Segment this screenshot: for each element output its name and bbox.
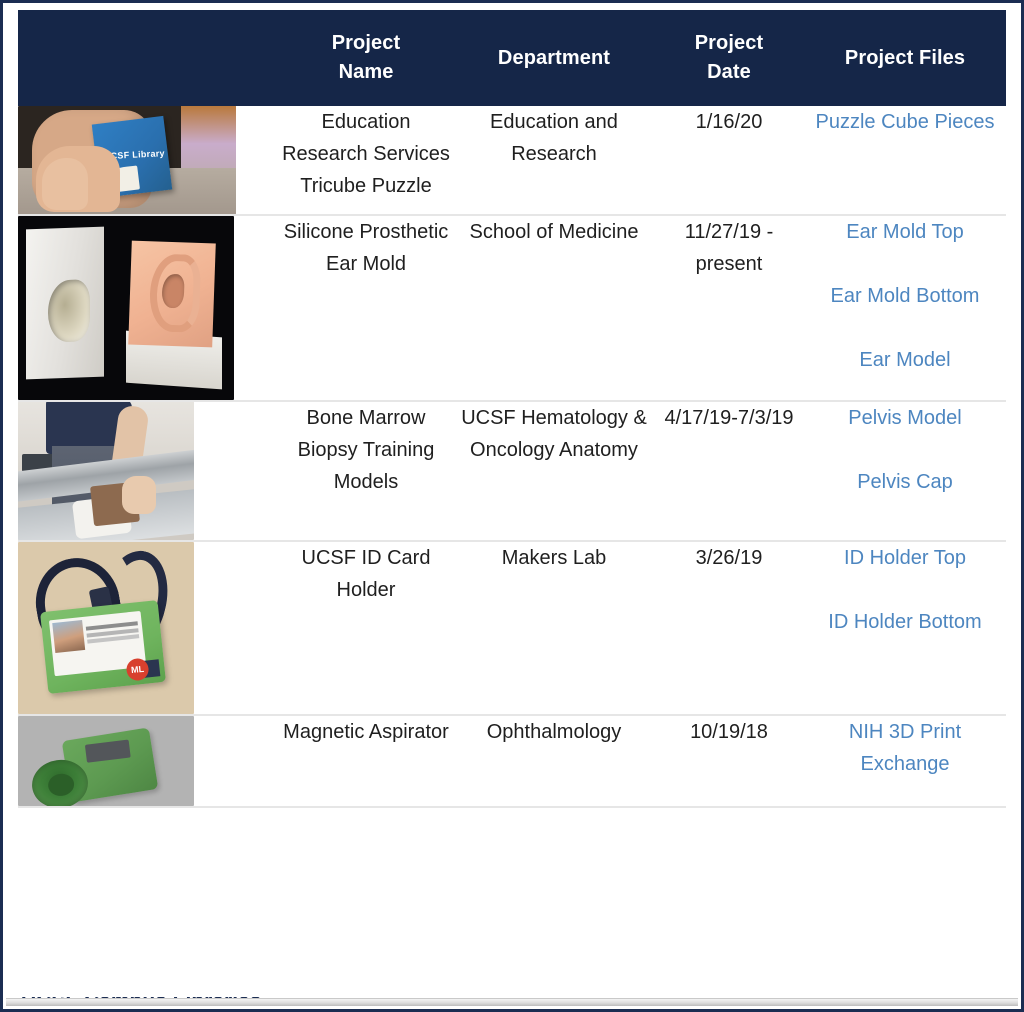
project-thumbnail-image bbox=[18, 402, 194, 540]
photo-mold-cavity bbox=[48, 279, 90, 343]
project-thumbnail-image bbox=[18, 716, 194, 806]
cell-project-name: Education Research Services Tricube Puzz… bbox=[282, 111, 450, 197]
project-file-link[interactable]: Ear Mold Top bbox=[804, 216, 1006, 248]
table-header-row: Project Name Department Project Date Pro… bbox=[18, 10, 1006, 106]
department-primary: Ophthalmology bbox=[486, 721, 622, 743]
cell-project-files: Ear Mold Top Ear Mold Bottom Ear Model bbox=[804, 215, 1006, 401]
project-file-link[interactable]: Puzzle Cube Pieces bbox=[804, 106, 1006, 138]
table-row: Magnetic Aspirator Ophthalmology 10/19/1… bbox=[18, 715, 1006, 807]
table-row: UCSF Library Education Research Services… bbox=[18, 106, 1006, 215]
cell-project-name: Magnetic Aspirator bbox=[283, 721, 449, 743]
project-thumbnail-image bbox=[18, 216, 234, 400]
project-file-link[interactable]: Pelvis Model bbox=[804, 402, 1006, 434]
project-file-link[interactable]: Ear Model bbox=[804, 344, 1006, 376]
cell-project-date: 4/17/19-7/3/19 bbox=[664, 407, 794, 429]
photo-silicone-ear bbox=[128, 240, 216, 348]
photo-person-hand bbox=[122, 476, 156, 514]
cell-department: Education and Research bbox=[454, 106, 654, 215]
project-thumbnail-image: UCSF Library bbox=[18, 106, 236, 214]
photo-green-card-holder: ML bbox=[40, 600, 166, 694]
column-header-project-files: Project Files bbox=[844, 46, 966, 69]
page-canvas: Project Name Department Project Date Pro… bbox=[3, 3, 1021, 1009]
photo-id-text-lines bbox=[85, 621, 138, 631]
project-file-link[interactable]: Ear Mold Bottom bbox=[804, 280, 1006, 312]
column-header-project-name-line1: Project bbox=[331, 32, 401, 54]
cell-project-name: UCSF ID Card Holder bbox=[301, 547, 431, 601]
cell-thumbnail: UCSF Library bbox=[18, 106, 278, 215]
column-header-project-date-line1: Project bbox=[694, 32, 764, 54]
cell-project-date: 10/19/18 bbox=[690, 721, 768, 743]
cell-thumbnail: ML bbox=[18, 541, 278, 715]
cell-department: Makers Lab bbox=[454, 541, 654, 715]
cell-thumbnail bbox=[18, 215, 278, 401]
department-primary: Makers Lab bbox=[501, 547, 607, 569]
photo-nozzle-opening bbox=[46, 772, 76, 798]
photo-thumb-finger bbox=[42, 158, 88, 210]
photo-magnet-slot bbox=[84, 739, 131, 763]
project-file-link[interactable]: Pelvis Cap bbox=[804, 466, 1006, 498]
project-file-link[interactable]: ID Holder Top bbox=[804, 542, 1006, 574]
cell-project-date: 11/27/19 - present bbox=[684, 221, 774, 275]
bottom-scrollbar[interactable] bbox=[6, 998, 1018, 1006]
cell-thumbnail bbox=[18, 715, 278, 807]
cell-project-name: Silicone Prosthetic Ear Mold bbox=[283, 221, 449, 275]
project-file-link[interactable]: NIH 3D Print Exchange bbox=[804, 716, 1006, 780]
photo-printed-mold bbox=[26, 226, 104, 380]
column-header-department: Department bbox=[497, 46, 611, 69]
cell-project-date: 3/26/19 bbox=[695, 547, 763, 569]
column-header-project-name-line2: Name bbox=[338, 61, 394, 83]
table-row: Silicone Prosthetic Ear Mold School of M… bbox=[18, 215, 1006, 401]
project-file-link[interactable]: ID Holder Bottom bbox=[804, 606, 1006, 638]
cell-project-date: 1/16/20 bbox=[695, 111, 763, 133]
column-header-project-date: Project Date bbox=[654, 10, 804, 106]
cell-thumbnail bbox=[18, 401, 278, 541]
department-primary: Education and Research bbox=[490, 111, 618, 165]
column-header-project-name: Project Name bbox=[278, 10, 454, 106]
photo-id-portrait bbox=[52, 620, 86, 654]
cell-project-files: NIH 3D Print Exchange bbox=[804, 715, 1006, 807]
cell-department: Ophthalmology bbox=[454, 715, 654, 807]
table-header: Project Name Department Project Date Pro… bbox=[18, 10, 1006, 106]
department-secondary: Anatomy bbox=[559, 439, 638, 461]
table-row: ML UCSF ID Card Holder Makers Lab 3/26/1… bbox=[18, 541, 1006, 715]
page-frame: Project Name Department Project Date Pro… bbox=[0, 0, 1024, 1012]
table-body: UCSF Library Education Research Services… bbox=[18, 106, 1006, 807]
cell-department: School of Medicine bbox=[454, 215, 654, 401]
table-row: Bone Marrow Biopsy Training Models UCSF … bbox=[18, 401, 1006, 541]
department-primary: School of Medicine bbox=[469, 221, 639, 243]
column-header-thumbnail bbox=[18, 10, 278, 106]
cell-department: UCSF Hematology & Oncology Anatomy bbox=[454, 401, 654, 541]
column-header-project-date-line2: Date bbox=[707, 61, 751, 83]
projects-table: Project Name Department Project Date Pro… bbox=[18, 10, 1006, 808]
project-thumbnail-image: ML bbox=[18, 542, 194, 714]
cell-project-name: Bone Marrow Biopsy Training Models bbox=[297, 407, 435, 493]
cell-project-files: Pelvis Model Pelvis Cap bbox=[804, 401, 1006, 541]
cell-project-files: ID Holder Top ID Holder Bottom bbox=[804, 541, 1006, 715]
cell-project-files: Puzzle Cube Pieces bbox=[804, 106, 1006, 215]
